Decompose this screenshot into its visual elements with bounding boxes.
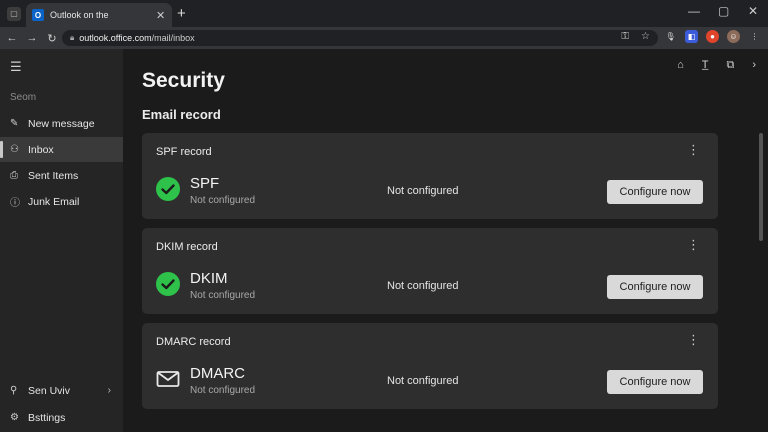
tab-title: Outlook on the: [50, 10, 109, 20]
card-title: DMARC record: [156, 336, 231, 348]
new-tab-icon[interactable]: +: [177, 5, 186, 22]
extension-red-icon[interactable]: ●: [706, 30, 719, 43]
configure-now-button[interactable]: Configure now: [607, 180, 703, 204]
address-bar[interactable]: 🔒︎ outlook.office.com/mail/inbox ⚿ ☆: [62, 30, 658, 46]
text-format-icon[interactable]: T̲: [702, 59, 709, 72]
sidebar-item-new-message[interactable]: ✎ New message: [0, 111, 123, 136]
sidebar-item-sent-items[interactable]: ⎙ Sent Items: [0, 163, 123, 188]
sidebar-item-inbox[interactable]: ⚇ Inbox: [0, 137, 123, 162]
record-subtitle: Not configured: [190, 290, 256, 301]
record-status: Not configured: [387, 280, 459, 292]
sidebar-item-label: Sent Items: [28, 169, 79, 182]
dmarc-record-card: DMARC record ⋮ DMARC Not configured Not …: [142, 323, 718, 409]
hamburger-menu-icon[interactable]: ☰: [10, 59, 22, 75]
copy-icon[interactable]: ⧉: [726, 59, 734, 72]
sidebar-item-label: Inbox: [28, 143, 54, 156]
profile-avatar-icon[interactable]: ☺: [727, 30, 740, 43]
section-title: Email record: [142, 107, 221, 122]
sidebar: ☰ Seom ✎ New message ⚇ Inbox ⎙ Sent Item…: [0, 49, 123, 432]
location-icon: ⚲: [10, 385, 18, 396]
browser-menu-icon[interactable]: ⋮: [748, 30, 761, 43]
extension-icon[interactable]: ◧: [685, 30, 698, 43]
record-status: Not configured: [387, 375, 459, 387]
sidebar-item-junk-email[interactable]: ⓘ Junk Email: [0, 189, 123, 214]
inbox-tray-icon: ⎙: [10, 170, 18, 181]
sidebar-section-label: Seom: [10, 92, 37, 103]
scrollbar[interactable]: [759, 133, 763, 241]
more-options-icon[interactable]: ⋮: [687, 143, 700, 156]
browser-tab-bar: ▢ O Outlook on the ✕ + — ▢ ✕: [0, 0, 768, 27]
sidebar-settings-label: Bsttings: [28, 411, 66, 424]
sidebar-account-label: Sen Uviv: [28, 384, 71, 397]
record-name: DMARC: [190, 365, 245, 382]
check-circle-icon: [156, 177, 180, 201]
envelope-icon: [156, 371, 180, 387]
spf-record-card: SPF record ⋮ SPF Not configured Not conf…: [142, 133, 718, 219]
url-text: outlook.office.com/mail/inbox: [79, 33, 195, 43]
sidebar-settings[interactable]: ⚙ Bsttings: [0, 405, 123, 430]
chevron-right-icon[interactable]: ›: [752, 59, 756, 72]
window-close-icon[interactable]: ✕: [748, 4, 758, 18]
back-icon[interactable]: ←: [2, 32, 22, 44]
browser-toolbar: ← → ↻ 🔒︎ outlook.office.com/mail/inbox ⚿…: [0, 27, 768, 49]
page-title: Security: [142, 69, 225, 92]
browser-tab[interactable]: O Outlook on the ✕: [26, 3, 172, 27]
sidebar-item-label: New message: [28, 117, 95, 130]
record-status: Not configured: [387, 185, 459, 197]
minimize-icon[interactable]: —: [688, 4, 700, 18]
sidebar-account[interactable]: ⚲ Sen Uviv ›: [0, 378, 123, 403]
maximize-icon[interactable]: ▢: [718, 4, 729, 18]
configure-now-button[interactable]: Configure now: [607, 275, 703, 299]
sidebar-item-label: Junk Email: [28, 195, 80, 208]
tab-close-icon[interactable]: ✕: [156, 9, 165, 22]
mic-icon[interactable]: 🎙︎: [664, 30, 677, 43]
check-circle-icon: [156, 272, 180, 296]
card-title: SPF record: [156, 146, 212, 158]
bookmark-star-icon[interactable]: ☆: [641, 31, 650, 42]
person-icon: ⚇: [10, 144, 19, 155]
configure-now-button[interactable]: Configure now: [607, 370, 703, 394]
outlook-favicon-icon: O: [32, 9, 44, 21]
lock-icon: 🔒︎: [70, 33, 75, 42]
record-subtitle: Not configured: [190, 195, 256, 206]
more-options-icon[interactable]: ⋮: [687, 238, 700, 251]
record-subtitle: Not configured: [190, 385, 256, 396]
compose-icon: ✎: [10, 118, 19, 129]
card-title: DKIM record: [156, 241, 218, 253]
info-icon: ⓘ: [10, 198, 20, 209]
forward-icon[interactable]: →: [22, 32, 42, 44]
record-name: SPF: [190, 175, 220, 192]
reload-icon[interactable]: ↻: [42, 32, 62, 45]
key-icon[interactable]: ⚿: [621, 31, 629, 42]
record-name: DKIM: [190, 270, 228, 287]
tab-search-icon[interactable]: ▢: [7, 6, 21, 21]
main-content: ⌂ T̲ ⧉ › Security Email record SPF recor…: [123, 49, 768, 432]
gear-icon: ⚙: [10, 412, 19, 423]
chevron-right-icon: ›: [107, 385, 111, 396]
more-options-icon[interactable]: ⋮: [687, 333, 700, 346]
notification-icon[interactable]: ⌂: [677, 59, 684, 72]
dkim-record-card: DKIM record ⋮ DKIM Not configured Not co…: [142, 228, 718, 314]
